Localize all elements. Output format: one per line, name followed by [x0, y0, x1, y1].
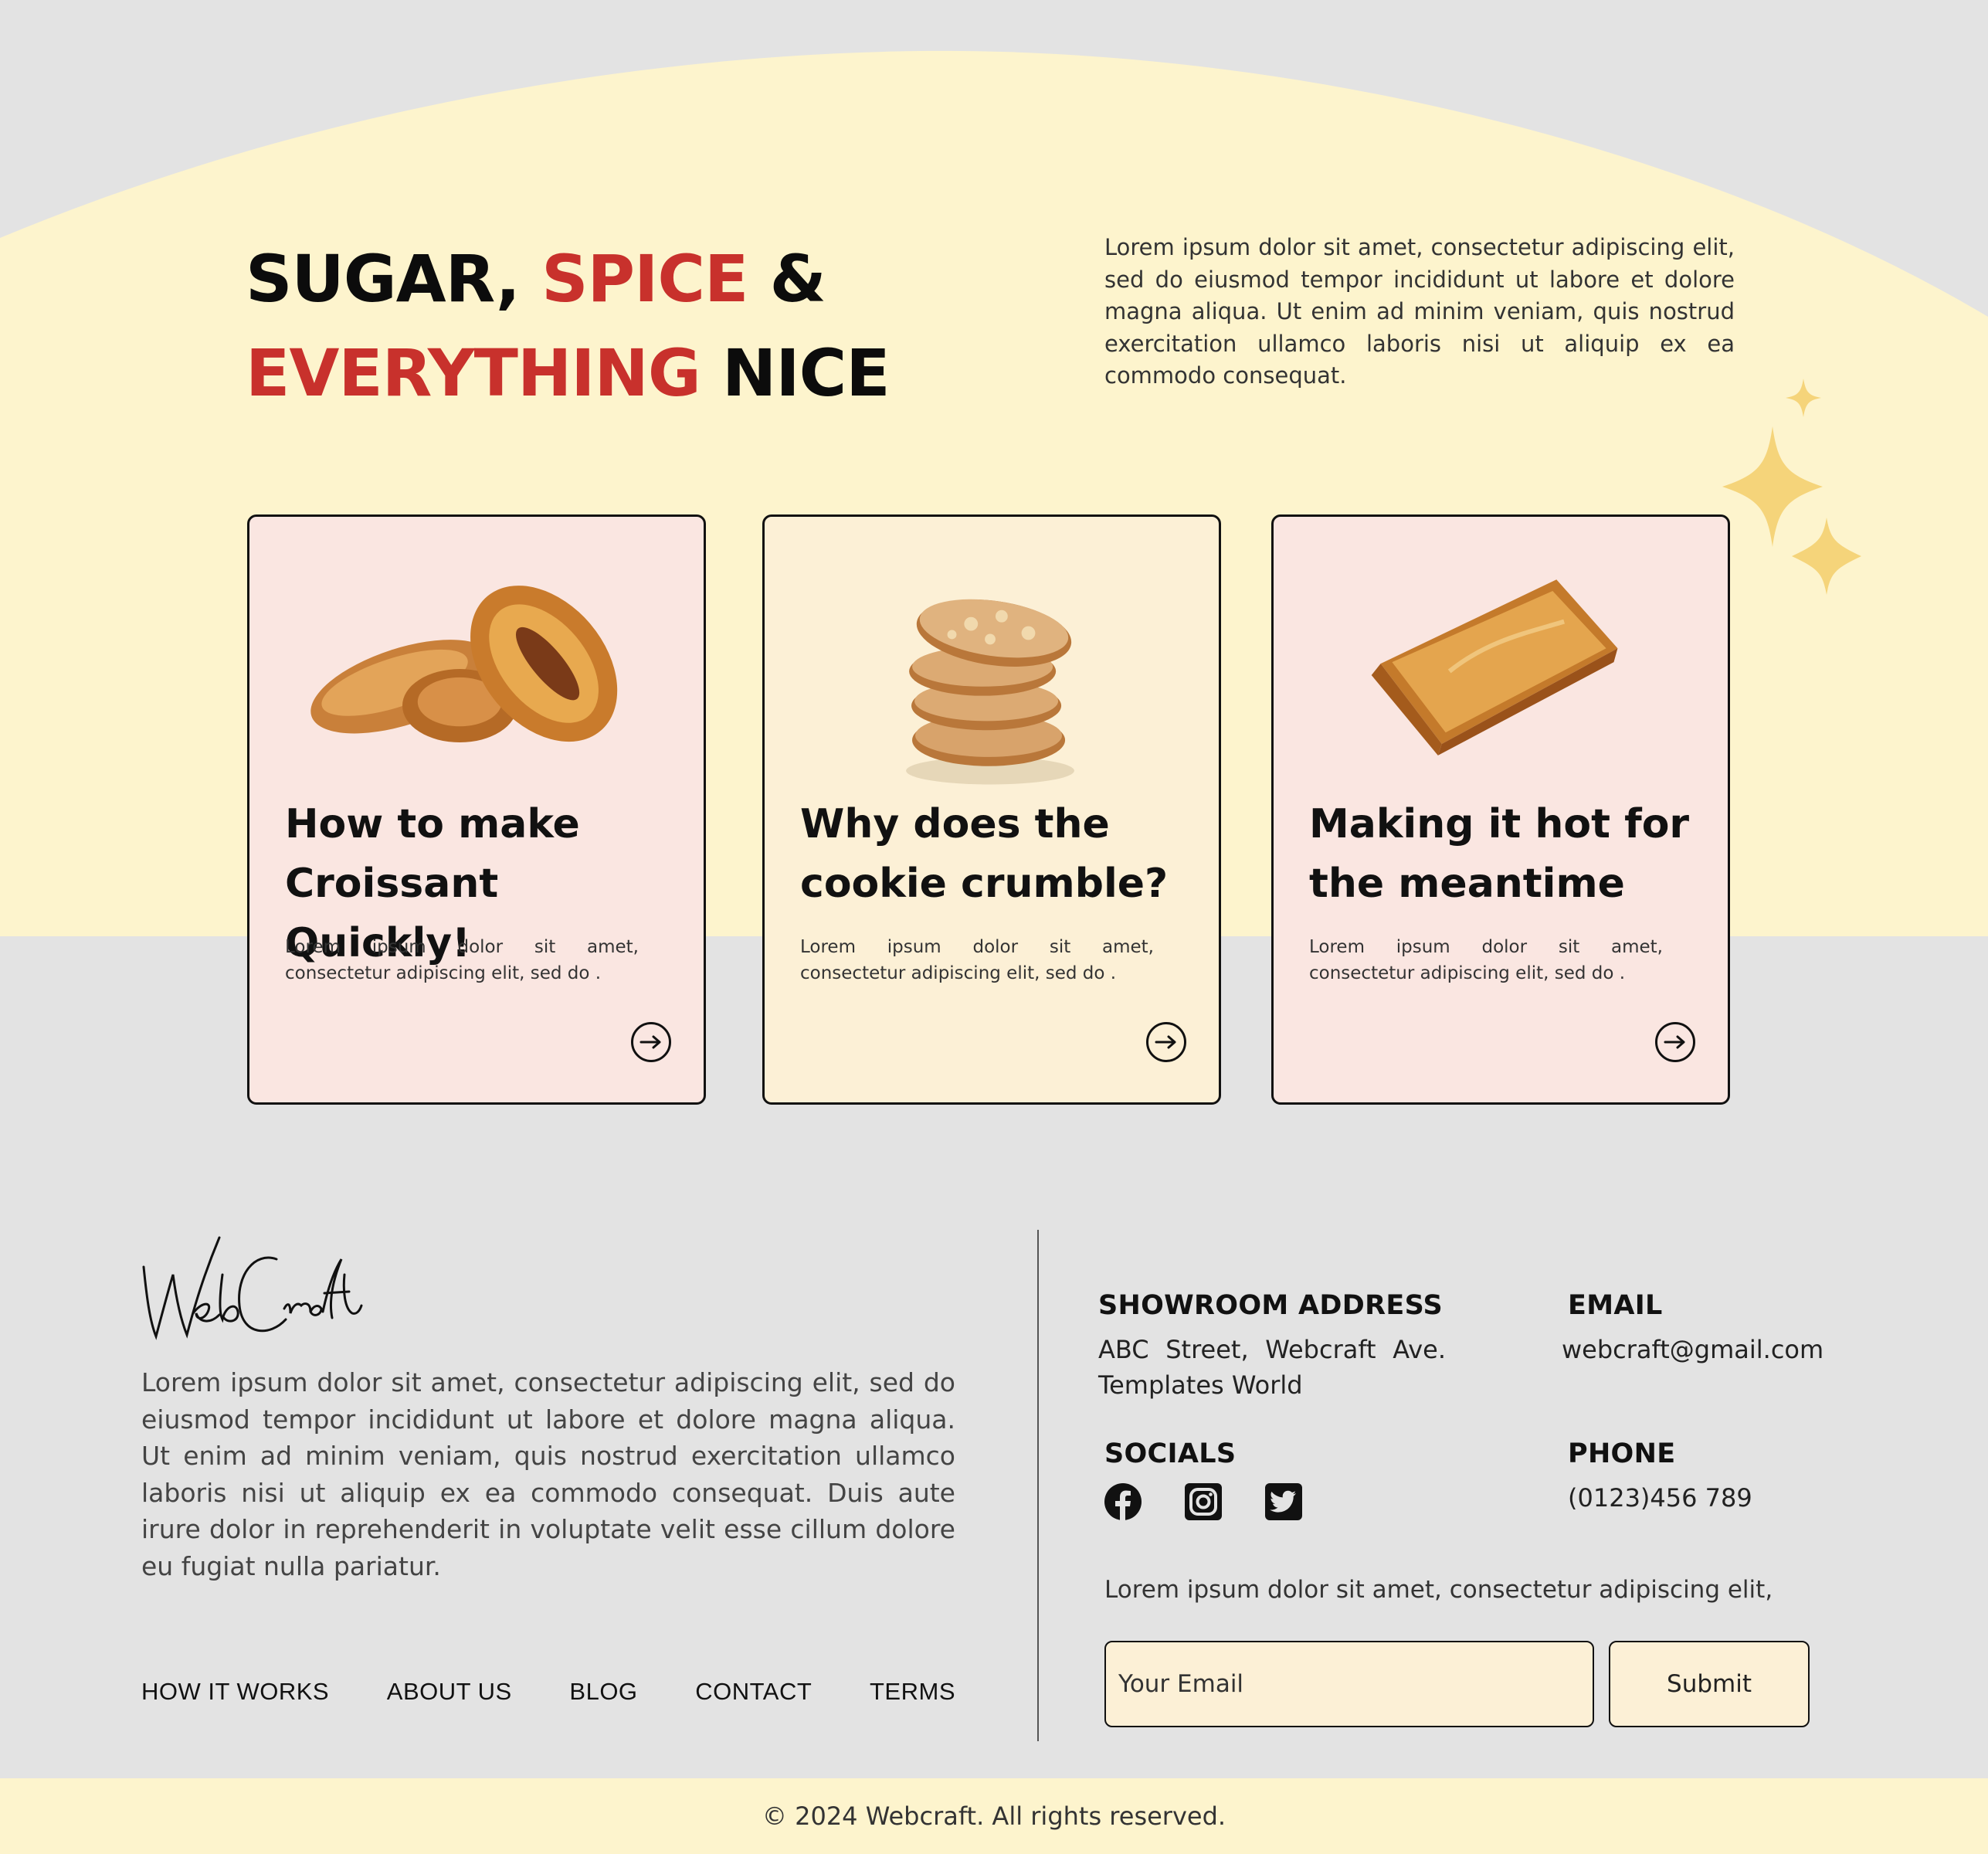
email-label: EMAIL [1568, 1290, 1663, 1321]
showroom-address: ABC Street, Webcraft Ave. Templates Worl… [1098, 1335, 1446, 1400]
email-value[interactable]: webcraft@gmail.com [1562, 1332, 1823, 1367]
webcraft-logo[interactable] [139, 1228, 363, 1352]
email-input[interactable] [1104, 1641, 1594, 1727]
card-title[interactable]: Making it hot for the meantime [1309, 795, 1711, 914]
copyright-bar: © 2024 Webcraft. All rights reserved. [0, 1778, 1988, 1854]
nav-contact[interactable]: CONTACT [695, 1678, 812, 1706]
facebook-icon[interactable] [1103, 1482, 1143, 1522]
croissant-pastries-image [249, 548, 704, 795]
footer-nav: HOW IT WORKS ABOUT US BLOG CONTACT TERMS [141, 1678, 955, 1706]
instagram-icon[interactable] [1183, 1482, 1223, 1522]
footer-about-text: Lorem ipsum dolor sit amet, consectetur … [141, 1367, 955, 1581]
newsletter-text: Lorem ipsum dolor sit amet, consectetur … [1104, 1576, 1773, 1604]
hero-title-part-1: SUGAR, [246, 241, 542, 317]
hero-description: Lorem ipsum dolor sit amet, consectetur … [1104, 234, 1735, 389]
cookie-stack-image [765, 548, 1219, 795]
arrow-right-icon [1155, 1035, 1176, 1049]
page: SUGAR, SPICE & EVERYTHING NICE Lorem ips… [0, 0, 1988, 1854]
arrow-right-icon [1664, 1035, 1685, 1049]
read-more-button[interactable] [1146, 1022, 1186, 1062]
hero-title-part-2: SPICE [541, 241, 748, 317]
card-title[interactable]: Why does the cookie crumble? [800, 795, 1202, 914]
footer-divider [1037, 1230, 1039, 1741]
article-card-2[interactable]: Why does the cookie crumble? Lorem ipsum… [762, 514, 1221, 1105]
copyright-text: © 2024 Webcraft. All rights reserved. [762, 1801, 1226, 1831]
phone-value[interactable]: (0123)456 789 [1568, 1480, 1752, 1516]
nav-how-it-works[interactable]: HOW IT WORKS [141, 1678, 329, 1706]
puff-pastry-image [1274, 548, 1728, 795]
twitter-icon[interactable] [1264, 1482, 1304, 1522]
card-text: Lorem ipsum dolor sit amet, consectetur … [1309, 937, 1663, 983]
nav-about-us[interactable]: ABOUT US [387, 1678, 512, 1706]
hero-title: SUGAR, SPICE & EVERYTHING NICE [246, 232, 891, 420]
card-text: Lorem ipsum dolor sit amet, consectetur … [800, 937, 1154, 983]
submit-button[interactable]: Submit [1609, 1641, 1810, 1727]
article-card-3[interactable]: Making it hot for the meantime Lorem ips… [1271, 514, 1730, 1105]
read-more-button[interactable] [631, 1022, 671, 1062]
nav-blog[interactable]: BLOG [569, 1678, 637, 1706]
showroom-label: SHOWROOM ADDRESS [1098, 1290, 1444, 1321]
social-links [1103, 1482, 1304, 1522]
read-more-button[interactable] [1655, 1022, 1695, 1062]
nav-terms[interactable]: TERMS [870, 1678, 955, 1706]
phone-label: PHONE [1568, 1438, 1676, 1469]
article-card-1[interactable]: How to make Croissant Quickly! Lorem ips… [247, 514, 706, 1105]
hero-title-part-4: EVERYTHING [246, 335, 701, 411]
card-text: Lorem ipsum dolor sit amet, consectetur … [285, 937, 639, 983]
hero-title-part-3: & [748, 241, 826, 317]
arrow-right-icon [639, 1035, 661, 1049]
hero-title-part-5: NICE [700, 335, 891, 411]
socials-label: SOCIALS [1104, 1438, 1237, 1469]
